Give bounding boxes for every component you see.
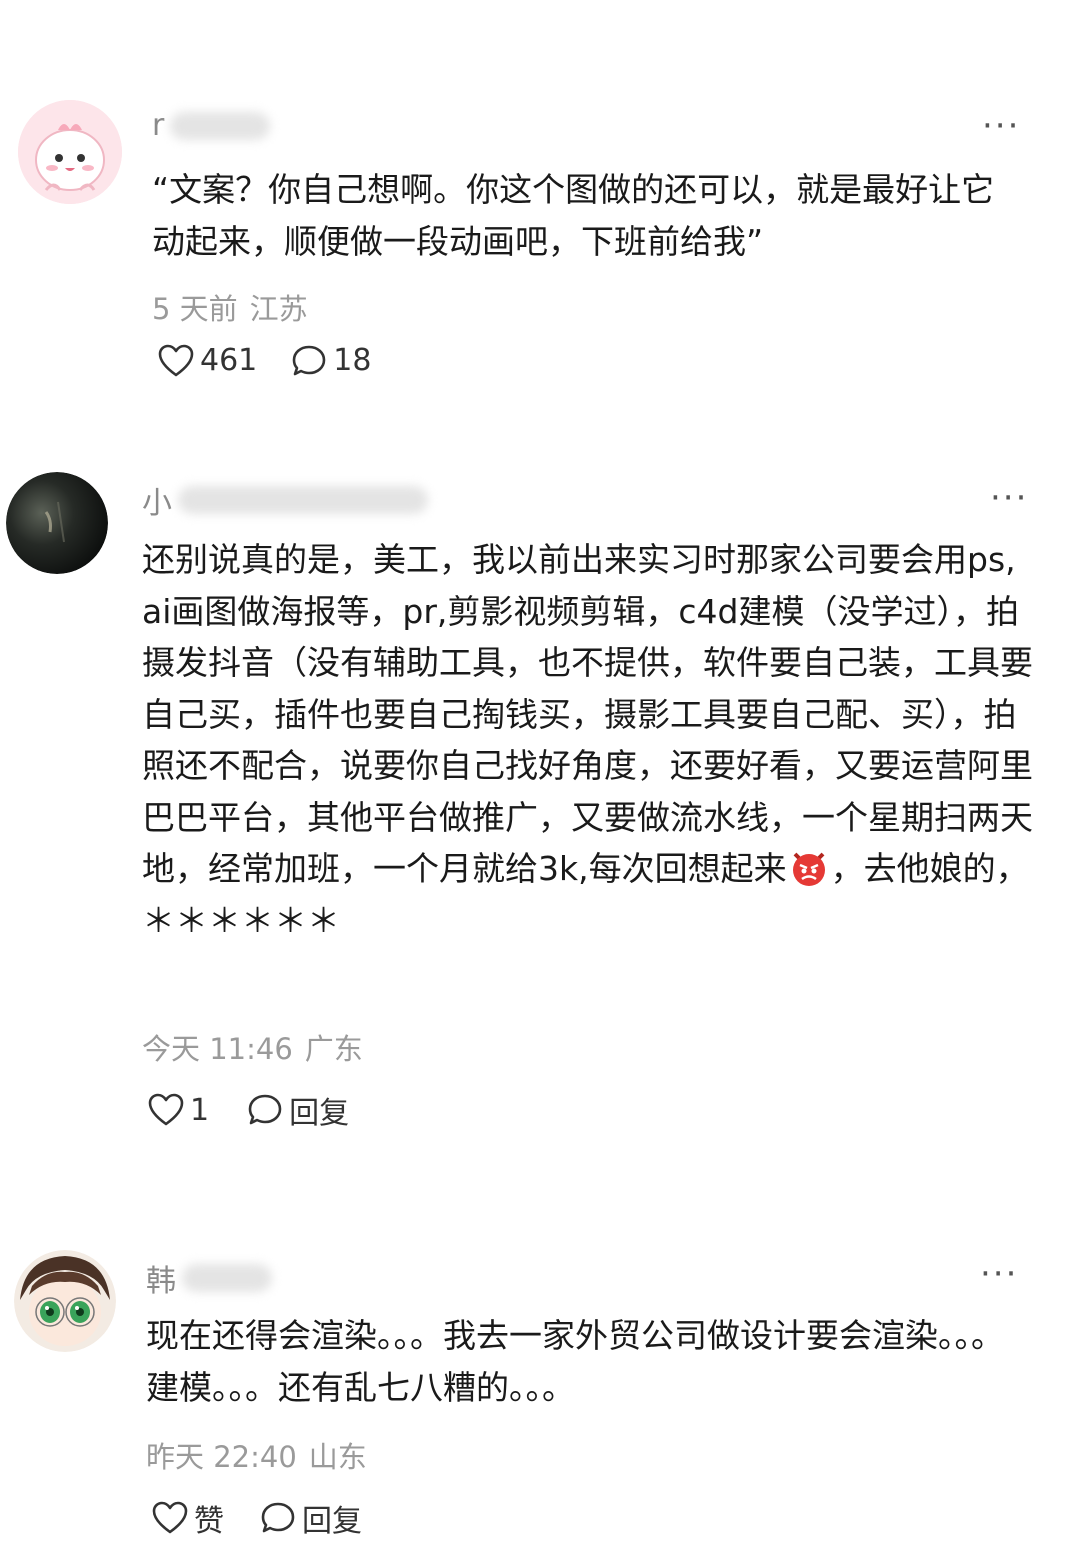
comment-time: 今天 11:46 (142, 1032, 293, 1066)
reply-label: 回复 (302, 1504, 362, 1539)
like-button[interactable]: 赞 (152, 1496, 224, 1540)
username[interactable]: 小 (142, 478, 428, 522)
like-button[interactable]: 1 (148, 1093, 209, 1128)
like-label: 赞 (194, 1504, 224, 1539)
heart-outline-icon (152, 1501, 188, 1534)
pink-cartoon-avatar-icon (18, 100, 122, 204)
angry-face-icon (792, 852, 825, 886)
comment-text: “文案？你自己想啊。你这个图做的还可以，就是最好让它动起来，顺便做一段动画吧，下… (152, 170, 995, 261)
comment-meta: 今天 11:46 广东 (142, 1026, 363, 1068)
reply-count: 18 (333, 343, 372, 378)
like-button[interactable]: 461 (158, 343, 257, 378)
speech-bubble-icon (248, 1094, 282, 1125)
like-count: 461 (200, 343, 258, 378)
comment-time: 5 天前 (152, 292, 238, 326)
username-blurred (170, 111, 271, 140)
like-count: 1 (190, 1092, 210, 1128)
comment-actions: 赞 回复 (152, 1496, 362, 1540)
more-dots-icon[interactable]: ··· (990, 478, 1028, 518)
reply-button[interactable]: 回复 (247, 1088, 349, 1132)
heart-outline-icon (148, 1093, 184, 1126)
comment-location: 广东 (304, 1032, 363, 1066)
comment-location: 江苏 (249, 292, 308, 326)
comment-actions: 461 18 (158, 343, 371, 378)
avatar[interactable] (14, 1250, 116, 1352)
username-blurred (182, 1264, 272, 1292)
speech-bubble-icon (292, 345, 326, 375)
username[interactable]: 韩 (146, 1256, 272, 1300)
reply-label: 回复 (289, 1096, 350, 1131)
anime-girl-avatar-icon (14, 1250, 116, 1352)
dark-photo-avatar-icon (6, 472, 108, 574)
comment-text-part-1: 还别说真的是，美工，我以前出来实习时那家公司要会用ps,ai画图做海报等，pr,… (142, 540, 1033, 888)
comment-meta: 5 天前 江苏 (152, 286, 308, 328)
reply-button[interactable]: 18 (291, 343, 371, 378)
speech-bubble-icon (261, 1502, 295, 1533)
username-blurred (178, 486, 428, 514)
more-dots-icon[interactable]: ··· (982, 106, 1020, 146)
username-visible-char: r (152, 108, 165, 143)
comment-time: 昨天 22:40 (146, 1440, 297, 1474)
heart-outline-icon (158, 344, 194, 376)
comment-text: 还别说真的是，美工，我以前出来实习时那家公司要会用ps,ai画图做海报等，pr,… (142, 534, 1034, 946)
more-dots-icon[interactable]: ··· (980, 1254, 1018, 1294)
avatar[interactable] (18, 100, 122, 204)
comment-text: 现在还得会渲染。。。我去一家外贸公司做设计要会渲染。。。建模。。。还有乱七八糟的… (146, 1316, 1004, 1407)
reply-button[interactable]: 回复 (260, 1496, 362, 1540)
username-visible-char: 小 (142, 486, 172, 521)
avatar[interactable] (6, 472, 108, 574)
comment-actions: 1 回复 (148, 1088, 349, 1132)
comment-location: 山东 (308, 1440, 367, 1474)
username[interactable]: r (152, 108, 271, 143)
username-visible-char: 韩 (146, 1264, 176, 1299)
comment-meta: 昨天 22:40 山东 (146, 1434, 367, 1476)
